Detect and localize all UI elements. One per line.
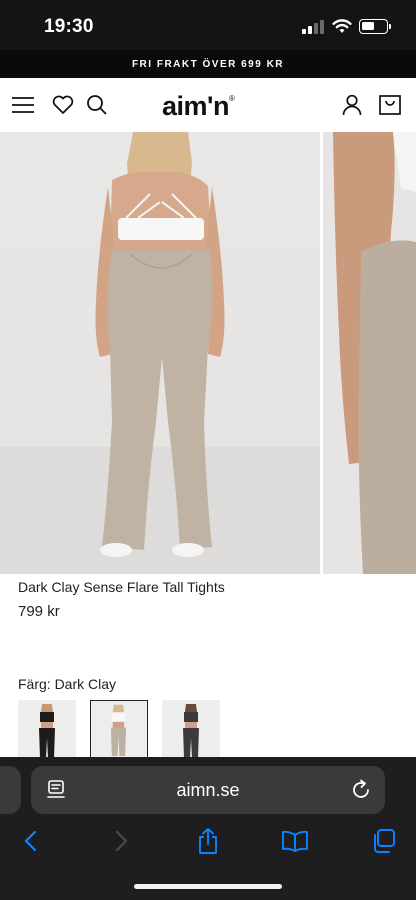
color-swatch-charcoal[interactable]: [162, 700, 220, 758]
forward-icon[interactable]: [106, 826, 136, 856]
home-indicator[interactable]: [134, 884, 282, 889]
back-icon[interactable]: [16, 826, 46, 856]
site-header: aim'n®: [0, 78, 416, 132]
promo-banner[interactable]: FRI FRAKT ÖVER 699 KR: [0, 50, 416, 78]
tabs-icon[interactable]: [368, 826, 398, 856]
menu-icon[interactable]: [10, 92, 36, 118]
logo-text: aim'n: [162, 91, 229, 121]
product-gallery[interactable]: [0, 132, 416, 574]
color-swatch-dark-clay[interactable]: [90, 700, 148, 758]
brand-logo[interactable]: aim'n®: [162, 91, 235, 122]
model-illustration: [0, 132, 320, 574]
swatch-dark-clay-thumb: [110, 704, 127, 756]
color-swatch-black[interactable]: [18, 700, 76, 758]
heart-icon[interactable]: [50, 92, 76, 118]
battery-cap: [389, 24, 391, 29]
share-icon[interactable]: [193, 826, 223, 856]
bookmarks-icon[interactable]: [280, 826, 310, 856]
promo-text: FRI FRAKT ÖVER 699 KR: [131, 58, 285, 70]
swatch-charcoal-thumb: [183, 704, 199, 758]
reload-icon[interactable]: [349, 778, 373, 802]
model-side-illustration: [333, 132, 416, 574]
url-text: aimn.se: [176, 780, 240, 800]
signal-icon: [302, 20, 324, 34]
color-label: Färg: Dark Clay: [18, 676, 117, 692]
account-icon[interactable]: [339, 92, 365, 118]
product-photo-back[interactable]: [0, 132, 320, 574]
logo-mark: ®: [228, 94, 235, 103]
battery-icon: [359, 19, 388, 34]
product-photo-side[interactable]: [323, 132, 416, 574]
search-icon[interactable]: [84, 92, 110, 118]
status-time: 19:30: [44, 16, 94, 37]
product-price: 799 kr: [18, 603, 60, 620]
browser-toolbar: aimn.se: [0, 757, 416, 900]
previous-tab-preview[interactable]: [0, 766, 21, 814]
address-bar[interactable]: aimn.se: [31, 766, 385, 814]
swatch-black-thumb: [39, 704, 55, 758]
cart-icon[interactable]: [377, 92, 403, 118]
status-bar: 19:30: [0, 0, 416, 50]
product-title: Dark Clay Sense Flare Tall Tights: [18, 579, 225, 595]
wifi-icon: [332, 19, 352, 33]
